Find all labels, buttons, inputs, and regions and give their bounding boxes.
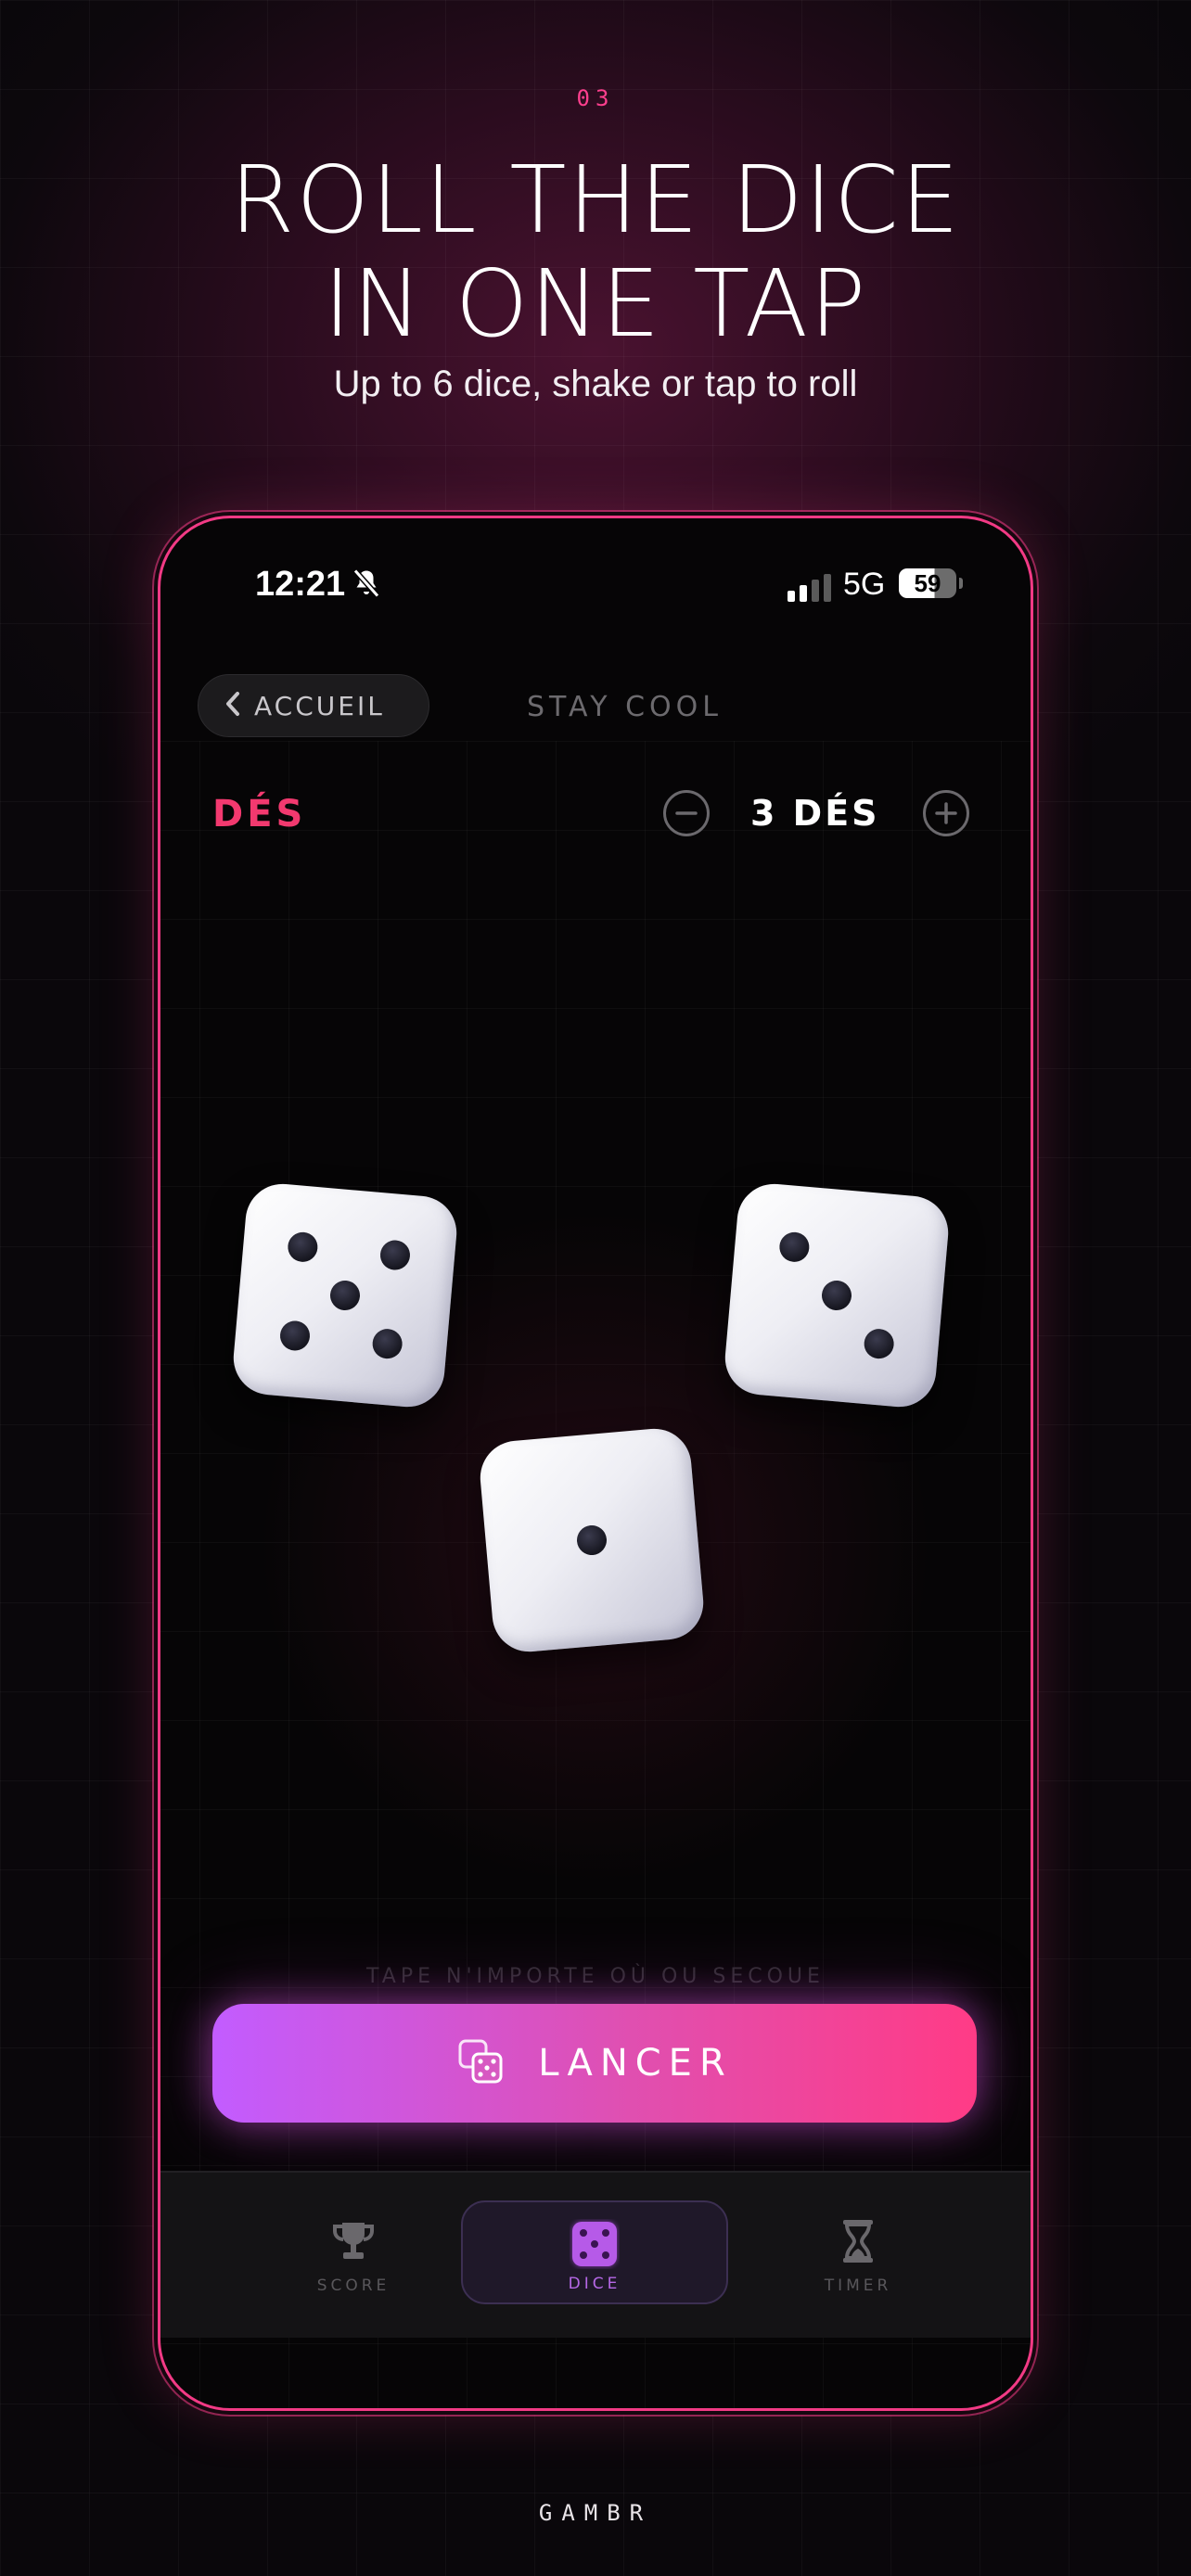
phone-frame: 12:21 5G 59 ACCUEIL STAY COOL DÉS 3 DÉS — [158, 516, 1033, 2411]
tab-bar: SCORE DICE TIMER — [160, 2171, 1031, 2338]
battery-tip — [959, 578, 963, 589]
back-button-label: ACCUEIL — [254, 690, 385, 721]
status-bar: 12:21 5G 59 — [160, 518, 1031, 648]
trophy-icon — [329, 2217, 378, 2269]
die-2[interactable] — [722, 1180, 952, 1410]
decrease-button[interactable] — [663, 790, 710, 836]
die-pip — [328, 1279, 362, 1312]
tab-timer[interactable]: TIMER — [724, 2200, 992, 2304]
die-pip — [820, 1279, 853, 1312]
back-button[interactable]: ACCUEIL — [198, 674, 429, 737]
roll-button-label: LANCER — [538, 2042, 733, 2085]
die-pip — [575, 1524, 608, 1557]
bell-slash-icon — [350, 567, 383, 604]
battery-icon: 59 — [899, 568, 956, 598]
mood-label: STAY COOL — [527, 691, 723, 723]
shake-hint: TAPE N'IMPORTE OÙ OU SECOUE — [366, 1965, 825, 1988]
headline-line-2: IN ONE TAP — [323, 249, 868, 358]
tab-score[interactable]: SCORE — [220, 2200, 487, 2304]
dice-icon — [456, 2037, 505, 2089]
signal-icon — [788, 574, 831, 602]
chevron-left-icon — [224, 691, 241, 721]
die-pip — [378, 1239, 412, 1271]
die-pip — [371, 1327, 403, 1360]
status-time: 12:21 — [255, 565, 346, 604]
plus-icon — [935, 802, 957, 824]
increase-button[interactable] — [923, 790, 969, 836]
network-label: 5G — [843, 567, 886, 602]
dice-count: 3 DÉS — [750, 793, 880, 834]
roll-button[interactable]: LANCER — [212, 2004, 977, 2123]
tab-dice-label: DICE — [568, 2275, 621, 2293]
tab-dice[interactable]: DICE — [461, 2200, 728, 2304]
minus-icon — [675, 811, 698, 815]
die-1[interactable] — [230, 1180, 460, 1410]
dice-icon — [570, 2219, 620, 2273]
tab-timer-label: TIMER — [824, 2276, 892, 2295]
section-title: DÉS — [212, 793, 307, 835]
step-number: 03 — [576, 85, 615, 111]
die-pip — [278, 1320, 312, 1352]
hourglass-icon — [838, 2217, 878, 2269]
headline: ROLL THE DICE IN ONE TAP — [0, 148, 1191, 356]
die-pip — [863, 1327, 895, 1360]
die-pip — [778, 1231, 811, 1264]
die-pip — [287, 1231, 319, 1264]
tab-score-label: SCORE — [316, 2276, 391, 2295]
brand-wordmark: GAMBR — [538, 2500, 653, 2526]
headline-line-1: ROLL THE DICE — [229, 146, 962, 254]
subtitle: Up to 6 dice, shake or tap to roll — [333, 363, 858, 404]
die-3[interactable] — [477, 1425, 707, 1655]
